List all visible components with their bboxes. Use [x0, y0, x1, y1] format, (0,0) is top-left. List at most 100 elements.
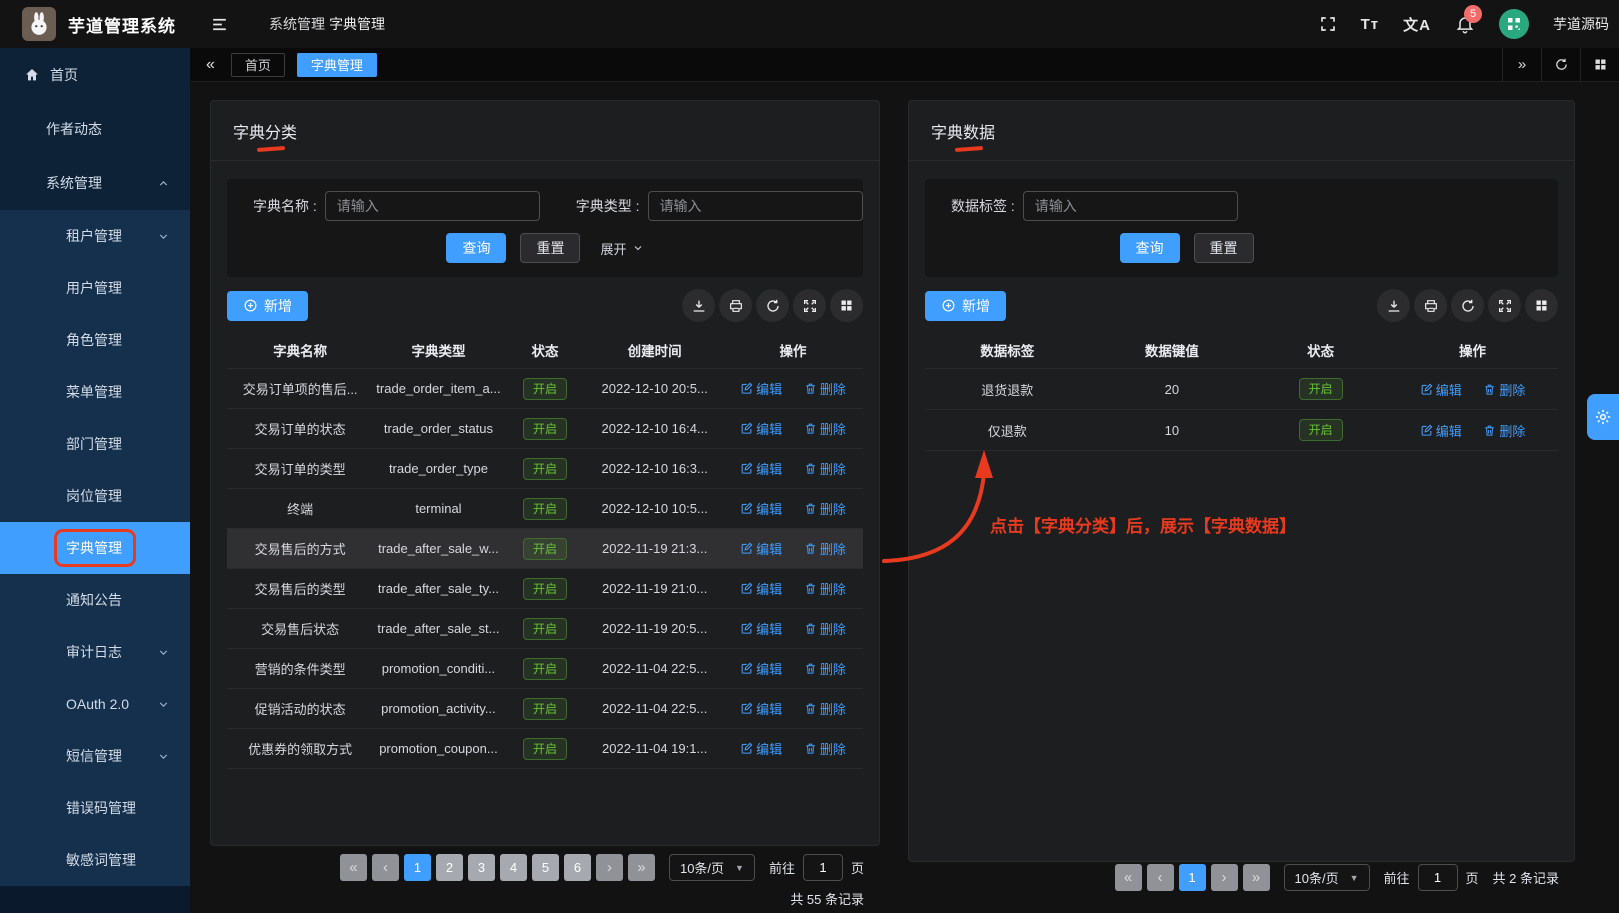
delete-button[interactable]: 删除: [804, 699, 846, 718]
reset-button[interactable]: 重置: [1194, 233, 1254, 263]
page-button[interactable]: 6: [564, 854, 591, 881]
table-row[interactable]: 营销的条件类型 promotion_conditi... 开启 2022-11-…: [227, 648, 863, 688]
goto-page-input[interactable]: [803, 854, 843, 881]
edit-button[interactable]: 编辑: [740, 699, 782, 718]
delete-button[interactable]: 删除: [804, 739, 846, 758]
sidebar-item-error-code[interactable]: 错误码管理: [0, 782, 190, 834]
table-row[interactable]: 终端 terminal 开启 2022-12-10 10:5... 编辑 删除: [227, 488, 863, 528]
sidebar-item-dict-active[interactable]: 字典管理: [0, 522, 190, 574]
sidebar-item-oauth[interactable]: OAuth 2.0: [0, 678, 190, 730]
sidebar-item-audit-log[interactable]: 审计日志: [0, 626, 190, 678]
table-row[interactable]: 交易售后状态 trade_after_sale_st... 开启 2022-11…: [227, 608, 863, 648]
sidebar-item-role[interactable]: 角色管理: [0, 314, 190, 366]
edit-button[interactable]: 编辑: [740, 499, 782, 518]
edit-button[interactable]: 编辑: [740, 579, 782, 598]
table-row[interactable]: 交易订单项的售后... trade_order_item_a... 开启 202…: [227, 368, 863, 408]
sidebar-item-sms[interactable]: 短信管理: [0, 730, 190, 782]
tab-refresh-icon[interactable]: [1541, 48, 1580, 81]
edit-button[interactable]: 编辑: [1420, 421, 1462, 440]
dict-name-input[interactable]: [325, 191, 540, 221]
sidebar-item-dept[interactable]: 部门管理: [0, 418, 190, 470]
prev-page-button[interactable]: ‹: [372, 854, 399, 881]
username[interactable]: 芋道源码: [1553, 14, 1609, 34]
delete-button[interactable]: 删除: [804, 659, 846, 678]
first-page-button[interactable]: «: [340, 854, 367, 881]
download-icon[interactable]: [682, 289, 715, 322]
font-size-icon[interactable]: Tт: [1361, 16, 1380, 33]
print-icon[interactable]: [719, 289, 752, 322]
tab-menu-icon[interactable]: [1580, 48, 1619, 81]
goto-page-input[interactable]: [1418, 864, 1458, 891]
delete-button[interactable]: 删除: [804, 539, 846, 558]
delete-button[interactable]: 删除: [804, 579, 846, 598]
table-row[interactable]: 交易售后的类型 trade_after_sale_ty... 开启 2022-1…: [227, 568, 863, 608]
sidebar-item-home[interactable]: 首页: [0, 48, 190, 102]
reset-button[interactable]: 重置: [520, 233, 580, 263]
sidebar-item-menu[interactable]: 菜单管理: [0, 366, 190, 418]
expand-toggle[interactable]: 展开: [600, 239, 643, 258]
edit-button[interactable]: 编辑: [740, 619, 782, 638]
last-page-button[interactable]: »: [628, 854, 655, 881]
avatar[interactable]: [1499, 9, 1529, 39]
page-button-active[interactable]: 1: [1179, 864, 1206, 891]
delete-button[interactable]: 删除: [804, 379, 846, 398]
delete-button[interactable]: 删除: [804, 419, 846, 438]
delete-button[interactable]: 删除: [1483, 380, 1525, 399]
add-button[interactable]: 新增: [227, 291, 308, 321]
edit-button[interactable]: 编辑: [740, 659, 782, 678]
column-setting-icon[interactable]: [830, 289, 863, 322]
prev-page-button[interactable]: ‹: [1147, 864, 1174, 891]
search-button[interactable]: 查询: [446, 233, 506, 263]
sidebar-item-tenant[interactable]: 租户管理: [0, 210, 190, 262]
sidebar-item-post[interactable]: 岗位管理: [0, 470, 190, 522]
page-button[interactable]: 5: [532, 854, 559, 881]
table-row[interactable]: 交易订单的状态 trade_order_status 开启 2022-12-10…: [227, 408, 863, 448]
last-page-button[interactable]: »: [1243, 864, 1270, 891]
page-button[interactable]: 4: [500, 854, 527, 881]
tabs-scroll-left-icon[interactable]: «: [206, 57, 215, 73]
table-row[interactable]: 退货退款 20 开启 编辑 删除: [925, 368, 1558, 409]
table-row[interactable]: 仅退款 10 开启 编辑 删除: [925, 409, 1558, 450]
delete-button[interactable]: 删除: [804, 619, 846, 638]
locale-icon[interactable]: 文A: [1403, 14, 1431, 35]
fullscreen-icon[interactable]: [1488, 289, 1521, 322]
page-button-active[interactable]: 1: [404, 854, 431, 881]
table-row[interactable]: 交易订单的类型 trade_order_type 开启 2022-12-10 1…: [227, 448, 863, 488]
print-icon[interactable]: [1414, 289, 1447, 322]
notification-bell-icon[interactable]: 5: [1455, 14, 1475, 34]
refresh-icon[interactable]: [756, 289, 789, 322]
add-button[interactable]: 新增: [925, 291, 1006, 321]
edit-button[interactable]: 编辑: [740, 419, 782, 438]
column-setting-icon[interactable]: [1525, 289, 1558, 322]
page-button[interactable]: 2: [436, 854, 463, 881]
delete-button[interactable]: 删除: [804, 499, 846, 518]
table-row-selected[interactable]: 交易售后的方式 trade_after_sale_w... 开启 2022-11…: [227, 528, 863, 568]
sidebar-item-sensitive-word[interactable]: 敏感词管理: [0, 834, 190, 886]
refresh-icon[interactable]: [1451, 289, 1484, 322]
table-row[interactable]: 优惠券的领取方式 promotion_coupon... 开启 2022-11-…: [227, 728, 863, 768]
search-button[interactable]: 查询: [1120, 233, 1180, 263]
tabs-scroll-right-icon[interactable]: »: [1502, 48, 1541, 81]
dict-type-input[interactable]: [648, 191, 863, 221]
page-size-select[interactable]: 10条/页 ▼: [669, 854, 755, 881]
sidebar-item-notice[interactable]: 通知公告: [0, 574, 190, 626]
breadcrumb-item[interactable]: 系统管理: [269, 14, 301, 34]
sidebar-collapse-icon[interactable]: [210, 15, 229, 34]
edit-button[interactable]: 编辑: [1420, 380, 1462, 399]
download-icon[interactable]: [1377, 289, 1410, 322]
tab-home[interactable]: 首页: [231, 53, 285, 77]
table-row[interactable]: 促销活动的状态 promotion_activity... 开启 2022-11…: [227, 688, 863, 728]
tab-dict-management[interactable]: 字典管理: [297, 53, 377, 77]
next-page-button[interactable]: ›: [596, 854, 623, 881]
delete-button[interactable]: 删除: [804, 459, 846, 478]
page-size-select[interactable]: 10条/页 ▼: [1284, 864, 1370, 891]
sidebar-item-system-management[interactable]: 系统管理: [0, 156, 190, 210]
fullscreen-icon[interactable]: [793, 289, 826, 322]
first-page-button[interactable]: «: [1115, 864, 1142, 891]
sidebar-item-author-news[interactable]: 作者动态: [0, 102, 190, 156]
edit-button[interactable]: 编辑: [740, 379, 782, 398]
fullscreen-icon[interactable]: [1319, 15, 1337, 33]
page-button[interactable]: 3: [468, 854, 495, 881]
edit-button[interactable]: 编辑: [740, 539, 782, 558]
edit-button[interactable]: 编辑: [740, 459, 782, 478]
